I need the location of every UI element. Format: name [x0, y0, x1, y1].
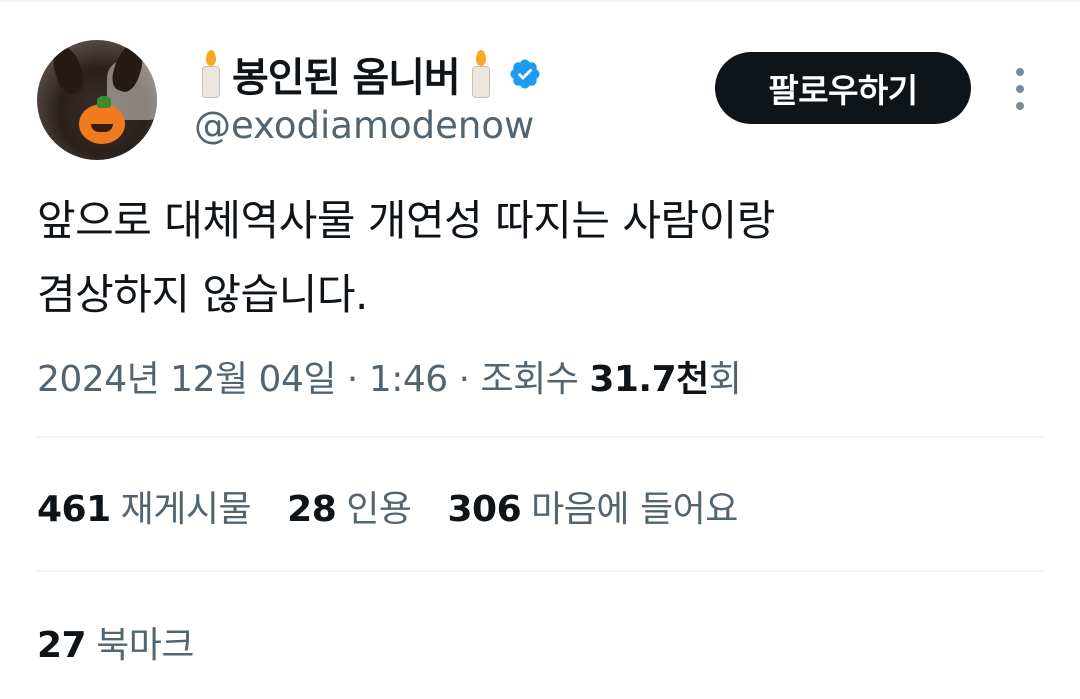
engagement-stats: 461 재게시물 28 인용 306 마음에 들어요 [37, 480, 774, 532]
tweet-text-line: 앞으로 대체역사물 개연성 따지는 사람이랑 [37, 196, 775, 245]
tweet-text-line: 겸상하지 않습니다. [37, 270, 368, 319]
bookmarks-stat[interactable]: 27 북마크 [37, 616, 230, 668]
top-divider [0, 0, 1080, 2]
bookmarks-label: 북마크 [96, 625, 194, 666]
quotes-stat[interactable]: 28 인용 [287, 480, 412, 532]
author-display-name[interactable]: 봉인된 옴니버 [232, 45, 461, 103]
cat-ear-left [48, 43, 88, 97]
author-name-row[interactable]: 봉인된 옴니버 [196, 46, 542, 102]
reposts-count: 461 [37, 489, 111, 530]
divider [37, 436, 1045, 438]
quotes-count: 28 [287, 489, 337, 530]
tweet-time[interactable]: 1:46 [369, 359, 448, 400]
more-vertical-icon[interactable] [1006, 68, 1034, 110]
reposts-label: 재게시물 [120, 489, 252, 530]
bookmarks-count: 27 [37, 625, 87, 666]
meta-separator: · [335, 359, 369, 400]
meta-separator: · [447, 359, 481, 400]
divider [37, 570, 1045, 572]
views-prefix: 조회수 [480, 359, 590, 400]
author-handle[interactable]: @exodiamodenow [194, 104, 534, 147]
tweet-body: 앞으로 대체역사물 개연성 따지는 사람이랑 겸상하지 않습니다. [37, 184, 1037, 332]
likes-count: 306 [447, 489, 522, 530]
verified-badge-icon[interactable] [508, 57, 542, 91]
reposts-stat[interactable]: 461 재게시물 [37, 480, 252, 532]
views-count: 31.7천 [589, 359, 709, 400]
views-suffix: 회 [708, 359, 742, 400]
quotes-label: 인용 [346, 489, 412, 530]
tweet-meta: 2024년 12월 04일 · 1:46 · 조회수 31.7천회 [37, 350, 742, 402]
tweet-date[interactable]: 2024년 12월 04일 [37, 359, 336, 400]
likes-stat[interactable]: 306 마음에 들어요 [447, 480, 739, 532]
candle-icon [200, 50, 222, 98]
candle-icon [470, 50, 492, 98]
pumpkin-icon [79, 96, 125, 144]
follow-button[interactable]: 팔로우하기 [715, 52, 971, 124]
likes-label: 마음에 들어요 [531, 489, 738, 530]
author-avatar[interactable] [37, 40, 157, 160]
